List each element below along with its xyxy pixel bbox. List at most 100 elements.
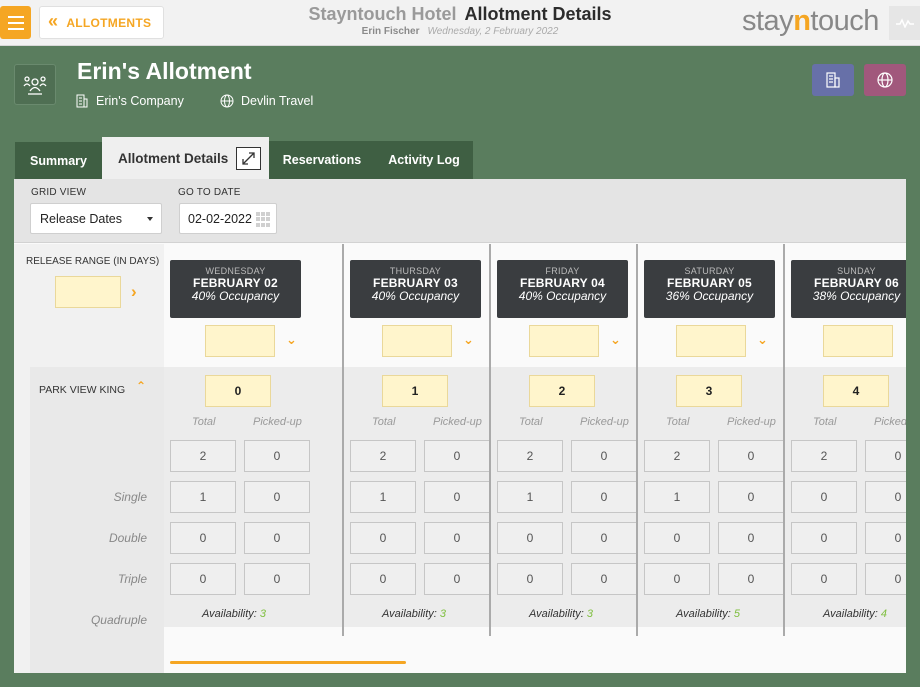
total-cell[interactable]: 1 [350,481,416,513]
menu-button[interactable] [0,6,31,39]
occupancy-label-double: Double [108,531,147,545]
picked-up-cell[interactable]: 0 [424,563,490,595]
tab-summary[interactable]: Summary [15,142,102,180]
horizontal-scrollbar[interactable] [170,661,406,664]
picked-up-cell[interactable]: 0 [865,563,906,595]
calendar-icon[interactable] [256,212,272,227]
total-cell[interactable]: 2 [644,440,710,472]
total-cell[interactable]: 0 [350,522,416,554]
day-header[interactable]: WEDNESDAY FEBRUARY 02 40% Occupancy [170,260,301,318]
picked-up-cell[interactable]: 0 [244,481,310,513]
total-cell[interactable]: 0 [170,563,236,595]
grid-view-select[interactable]: Release Dates [30,203,162,234]
picked-up-cell[interactable]: 0 [718,440,784,472]
picked-up-cell[interactable]: 0 [865,522,906,554]
day-release-input[interactable] [382,325,452,357]
day-header[interactable]: SUNDAY FEBRUARY 06 38% Occupancy [791,260,906,318]
day-date: FEBRUARY 05 [667,276,752,290]
travel-agent-name: Devlin Travel [241,94,314,108]
day-column: WEDNESDAY FEBRUARY 02 40% Occupancy ⌄ 0 Total… [164,244,342,636]
picked-up-cell[interactable]: 0 [244,522,310,554]
day-column: SUNDAYFEBRUARY 0638% Occupancy ⌄ 4 Total Pic… [783,244,906,636]
chevron-down-icon[interactable]: ⌄ [904,332,906,348]
total-cell[interactable]: 2 [170,440,236,472]
day-date: FEBRUARY 03 [373,276,458,290]
total-cell[interactable]: 2 [350,440,416,472]
release-days-value[interactable]: 3 [676,375,742,407]
chevron-down-icon[interactable]: ⌄ [610,332,621,348]
company-card-button[interactable] [812,64,854,96]
tab-activity-log[interactable]: Activity Log [375,141,473,179]
go-to-date-input[interactable]: 02-02-2022 [179,203,277,234]
activity-graph-icon[interactable] [889,6,920,40]
travel-agent-card-button[interactable] [864,64,906,96]
allotment-title: Erin's Allotment [77,58,252,84]
total-col-header: Total [813,416,837,428]
day-release-input[interactable] [676,325,746,357]
company-info[interactable]: Erin's Company [75,94,184,108]
day-header[interactable]: SATURDAY FEBRUARY 05 36% Occupancy [644,260,775,318]
day-column: THURSDAY FEBRUARY 03 40% Occupancy ⌄ 1 Total P… [342,244,490,636]
picked-up-cell[interactable]: 0 [865,440,906,472]
total-cell[interactable]: 2 [497,440,563,472]
chevron-down-icon[interactable]: ⌄ [757,332,768,348]
day-date: FEBRUARY 06 [814,276,899,290]
release-days-value[interactable]: 1 [382,375,448,407]
day-header[interactable]: FRIDAY FEBRUARY 04 40% Occupancy [497,260,628,318]
total-cell[interactable]: 0 [644,522,710,554]
total-cell[interactable]: 1 [497,481,563,513]
picked-up-cell[interactable]: 0 [571,481,637,513]
total-cell[interactable]: 0 [791,481,857,513]
day-of-week: SATURDAY [684,266,735,276]
picked-up-cell[interactable]: 0 [865,481,906,513]
hotel-name: Stayntouch Hotel [308,4,457,24]
picked-up-cell[interactable]: 0 [424,522,490,554]
total-cell[interactable]: 0 [497,522,563,554]
release-days-value[interactable]: 4 [823,375,889,407]
building-icon [76,94,88,108]
availability: Availability: 5 [676,608,741,620]
picked-up-cell[interactable]: 0 [244,563,310,595]
tab-reservations[interactable]: Reservations [269,141,375,179]
picked-up-cell[interactable]: 0 [571,440,637,472]
expand-button[interactable] [236,147,261,170]
total-cell[interactable]: 1 [644,481,710,513]
availability-value: 5 [733,608,741,620]
day-release-input[interactable] [823,325,893,357]
total-cell[interactable]: 0 [791,563,857,595]
total-cell[interactable]: 0 [350,563,416,595]
day-header[interactable]: THURSDAY FEBRUARY 03 40% Occupancy [350,260,481,318]
picked-up-cell[interactable]: 0 [571,563,637,595]
day-release-input[interactable] [529,325,599,357]
release-days-value[interactable]: 0 [205,375,271,407]
picked-up-cell[interactable]: 0 [718,522,784,554]
chevron-down-icon[interactable]: ⌄ [463,332,474,348]
picked-up-cell[interactable]: 0 [571,522,637,554]
total-cell[interactable]: 0 [644,563,710,595]
total-cell[interactable]: 1 [170,481,236,513]
release-days-value[interactable]: 2 [529,375,595,407]
picked-up-col-header: Picked-up [433,416,482,428]
day-column: SATURDAY FEBRUARY 05 36% Occupancy ⌄ 3 Total P… [636,244,784,636]
page-title: Allotment Details [464,4,612,24]
day-release-input[interactable] [205,325,275,357]
apply-range-arrow-icon[interactable]: › [131,282,137,302]
back-to-allotments-button[interactable]: « ALLOTMENTS [39,6,164,39]
chevron-down-icon[interactable]: ⌄ [286,332,297,348]
total-cell[interactable]: 0 [791,522,857,554]
travel-agent-info[interactable]: Devlin Travel [220,94,313,108]
picked-up-cell[interactable]: 0 [718,563,784,595]
total-cell[interactable]: 0 [170,522,236,554]
collapse-chevron-icon[interactable]: ⌃ [136,379,146,393]
allotment-grid-card: GRID VIEW Release Dates GO TO DATE 02-02… [14,179,906,673]
release-range-input[interactable] [55,276,121,308]
picked-up-cell[interactable]: 0 [244,440,310,472]
picked-up-cell[interactable]: 0 [718,481,784,513]
day-occupancy: 40% Occupancy [191,289,280,303]
picked-up-cell[interactable]: 0 [424,481,490,513]
double-chevron-left-icon: « [48,11,59,31]
picked-up-cell[interactable]: 0 [424,440,490,472]
total-cell[interactable]: 0 [497,563,563,595]
total-cell[interactable]: 2 [791,440,857,472]
day-of-week: THURSDAY [389,266,442,276]
